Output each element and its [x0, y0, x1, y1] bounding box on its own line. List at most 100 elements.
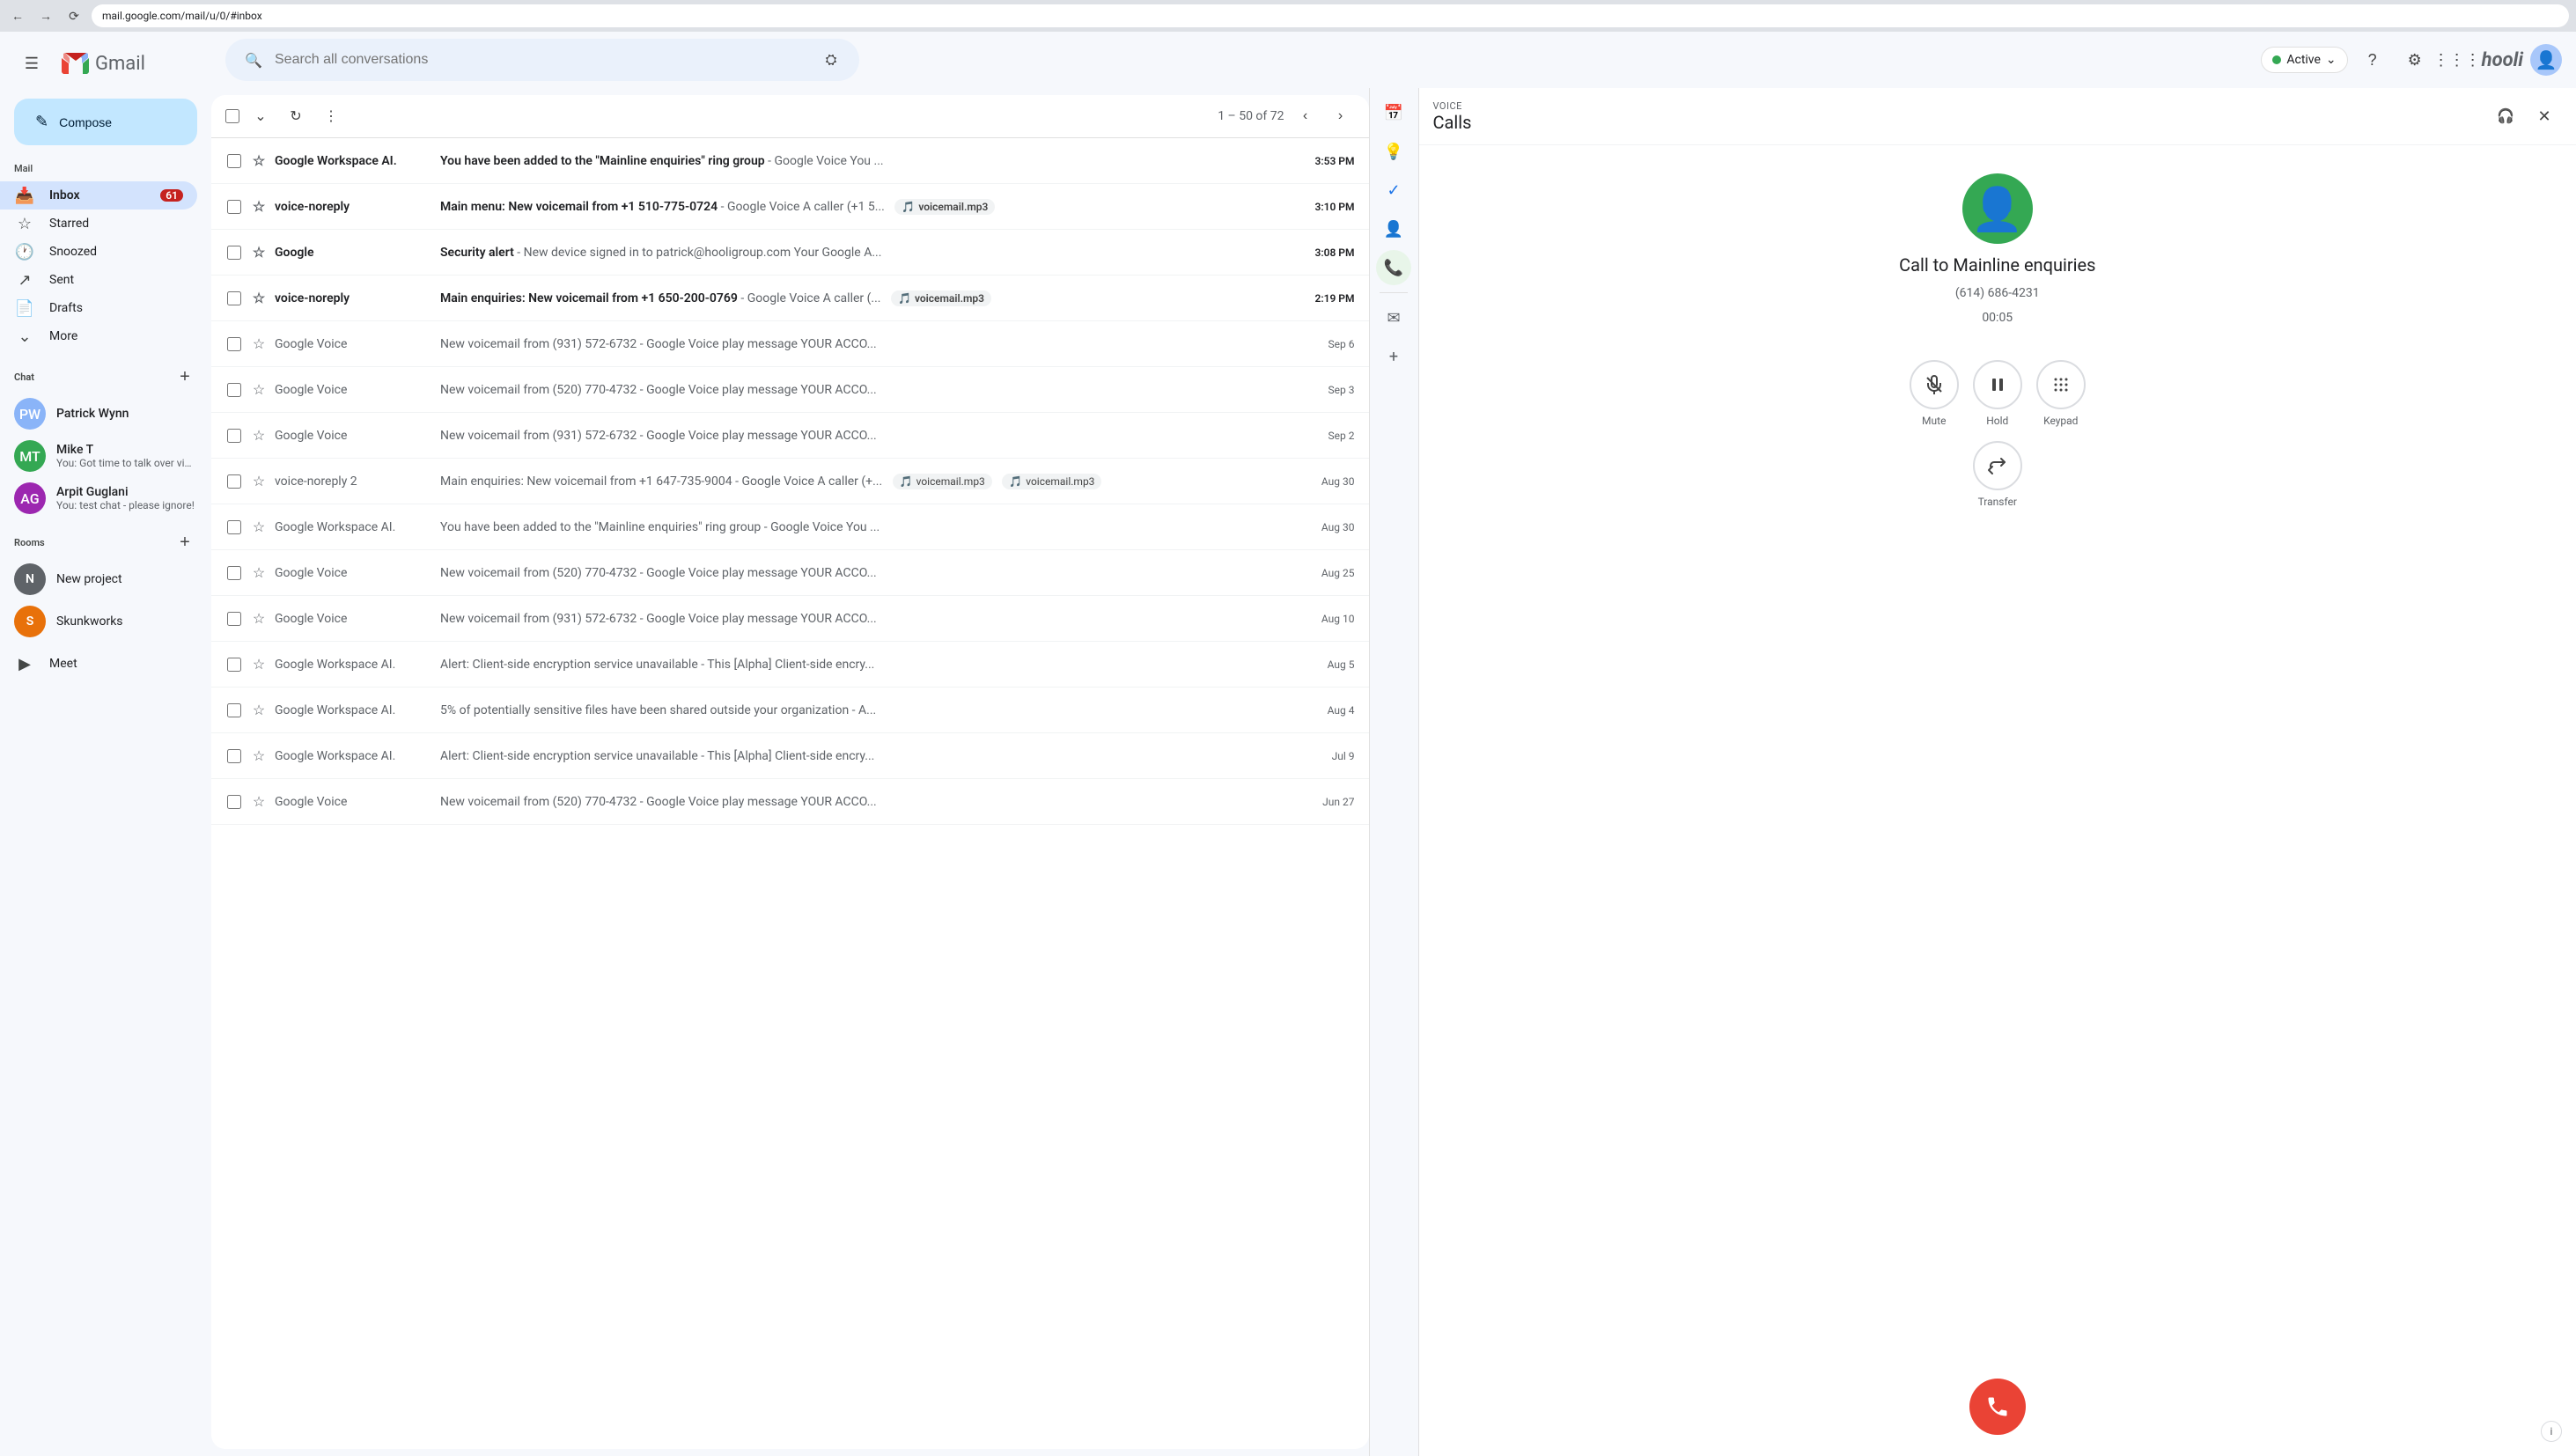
table-row[interactable]: ☆ Google Workspace AI. You have been add…	[211, 138, 1369, 184]
sidebar-item-drafts[interactable]: 📄 Drafts	[0, 294, 197, 322]
email-checkbox[interactable]	[227, 474, 241, 489]
star-icon[interactable]: ☆	[250, 152, 268, 169]
sidebar-item-starred[interactable]: ☆ Starred	[0, 210, 197, 238]
star-icon[interactable]: ☆	[250, 793, 268, 810]
star-icon[interactable]: ☆	[250, 702, 268, 718]
hold-control[interactable]: Hold	[1973, 360, 2022, 427]
add-panel-icon[interactable]: +	[1376, 339, 1411, 374]
mute-button[interactable]	[1910, 360, 1959, 409]
email-checkbox[interactable]	[227, 429, 241, 443]
keep-panel-icon[interactable]: 💡	[1376, 134, 1411, 169]
mute-control[interactable]: Mute	[1910, 360, 1959, 427]
star-icon[interactable]: ☆	[250, 610, 268, 627]
table-row[interactable]: ☆ Google Workspace AI. You have been add…	[211, 504, 1369, 550]
star-icon[interactable]: ☆	[250, 564, 268, 581]
settings-button[interactable]: ⚙	[2397, 42, 2432, 77]
table-row[interactable]: ☆ Google Workspace AI. Alert: Client-sid…	[211, 733, 1369, 779]
email-checkbox[interactable]	[227, 703, 241, 717]
add-chat-button[interactable]: +	[173, 364, 197, 389]
room-item-new-project[interactable]: N New project	[0, 558, 211, 600]
room-item-skunkworks[interactable]: S Skunkworks	[0, 600, 211, 643]
select-dropdown-button[interactable]: ⌄	[247, 102, 275, 130]
select-all-checkbox[interactable]	[225, 109, 239, 123]
table-row[interactable]: ☆ Google Voice New voicemail from (931) …	[211, 596, 1369, 642]
next-page-button[interactable]: ›	[1327, 102, 1355, 130]
star-icon[interactable]: ☆	[250, 335, 268, 352]
calendar-panel-icon[interactable]: 📅	[1376, 95, 1411, 130]
sidebar-item-meet[interactable]: ▶ Meet	[0, 650, 197, 678]
email-subject: You have been added to the "Mainline enq…	[440, 520, 761, 534]
star-icon[interactable]: ☆	[250, 290, 268, 306]
sidebar-item-sent[interactable]: ↗ Sent	[0, 266, 197, 294]
star-icon[interactable]: ☆	[250, 518, 268, 535]
table-row[interactable]: ☆ voice-noreply Main enquiries: New voic…	[211, 276, 1369, 321]
email-checkbox[interactable]	[227, 383, 241, 397]
add-room-button[interactable]: +	[173, 530, 197, 555]
table-row[interactable]: ☆ Google Workspace AI. 5% of potentially…	[211, 688, 1369, 733]
email-checkbox[interactable]	[227, 337, 241, 351]
table-row[interactable]: ☆ voice-noreply 2 Main enquiries: New vo…	[211, 459, 1369, 504]
email-checkbox[interactable]	[227, 200, 241, 214]
forward-button[interactable]: →	[35, 5, 56, 26]
email-panel-icon[interactable]: ✉	[1376, 300, 1411, 335]
sidebar-item-inbox[interactable]: 📥 Inbox 61	[0, 181, 197, 210]
email-checkbox[interactable]	[227, 612, 241, 626]
transfer-button[interactable]	[1973, 441, 2022, 490]
table-row[interactable]: ☆ Google Security alert - New device sig…	[211, 230, 1369, 276]
help-button[interactable]: ?	[2355, 42, 2390, 77]
keypad-control[interactable]: Keypad	[2036, 360, 2086, 427]
sidebar-item-more[interactable]: ⌄ More	[0, 322, 197, 350]
email-checkbox[interactable]	[227, 566, 241, 580]
close-panel-button[interactable]: ✕	[2527, 99, 2562, 134]
keypad-button[interactable]	[2036, 360, 2086, 409]
reload-button[interactable]: ⟳	[63, 5, 85, 26]
end-call-button[interactable]	[1969, 1379, 2026, 1435]
email-checkbox[interactable]	[227, 246, 241, 260]
mail-section-label[interactable]: Mail	[0, 156, 211, 181]
headphone-button[interactable]: 🎧	[2488, 99, 2523, 134]
table-row[interactable]: ☆ Google Voice New voicemail from (931) …	[211, 413, 1369, 459]
active-status-button[interactable]: Active ⌄	[2261, 47, 2347, 73]
more-options-button[interactable]: ⋮	[317, 102, 345, 130]
star-icon[interactable]: ☆	[250, 747, 268, 764]
email-checkbox[interactable]	[227, 795, 241, 809]
apps-button[interactable]: ⋮⋮⋮	[2440, 42, 2475, 77]
table-row[interactable]: ☆ Google Voice New voicemail from (931) …	[211, 321, 1369, 367]
star-icon[interactable]: ☆	[250, 381, 268, 398]
search-icon[interactable]: 🔍	[239, 46, 268, 74]
prev-page-button[interactable]: ‹	[1292, 102, 1320, 130]
email-checkbox[interactable]	[227, 658, 241, 672]
phone-panel-icon[interactable]: 📞	[1376, 250, 1411, 285]
chat-item-patrick[interactable]: PW Patrick Wynn	[0, 393, 211, 435]
url-bar[interactable]: mail.google.com/mail/u/0/#inbox	[92, 4, 2569, 27]
rooms-section-header: Rooms +	[0, 519, 211, 558]
info-button[interactable]: i	[2541, 1421, 2562, 1442]
chat-item-mike[interactable]: MT Mike T You: Got time to talk over vid…	[0, 435, 211, 477]
table-row[interactable]: ☆ Google Voice New voicemail from (520) …	[211, 367, 1369, 413]
email-checkbox[interactable]	[227, 520, 241, 534]
star-icon[interactable]: ☆	[250, 427, 268, 444]
back-button[interactable]: ←	[7, 5, 28, 26]
star-icon[interactable]: ☆	[250, 656, 268, 673]
refresh-button[interactable]: ↻	[282, 102, 310, 130]
table-row[interactable]: ☆ Google Workspace AI. Alert: Client-sid…	[211, 642, 1369, 688]
star-icon[interactable]: ☆	[250, 244, 268, 261]
contacts-panel-icon[interactable]: 👤	[1376, 211, 1411, 246]
user-avatar[interactable]: 👤	[2530, 44, 2562, 76]
email-checkbox[interactable]	[227, 154, 241, 168]
star-icon[interactable]: ☆	[250, 473, 268, 489]
chat-item-arpit[interactable]: AG Arpit Guglani You: test chat - please…	[0, 477, 211, 519]
search-filter-icon[interactable]: ⛭	[817, 46, 845, 74]
star-icon[interactable]: ☆	[250, 198, 268, 215]
search-input[interactable]	[275, 52, 810, 68]
compose-button[interactable]: ✎ Compose	[14, 99, 197, 145]
table-row[interactable]: ☆ Google Voice New voicemail from (520) …	[211, 550, 1369, 596]
email-checkbox[interactable]	[227, 749, 241, 763]
hold-button[interactable]	[1973, 360, 2022, 409]
table-row[interactable]: ☆ voice-noreply Main menu: New voicemail…	[211, 184, 1369, 230]
table-row[interactable]: ☆ Google Voice New voicemail from (520) …	[211, 779, 1369, 825]
hamburger-button[interactable]: ☰	[14, 46, 49, 81]
sidebar-item-snoozed[interactable]: 🕐 Snoozed	[0, 238, 197, 266]
email-checkbox[interactable]	[227, 291, 241, 305]
tasks-panel-icon[interactable]: ✓	[1376, 173, 1411, 208]
